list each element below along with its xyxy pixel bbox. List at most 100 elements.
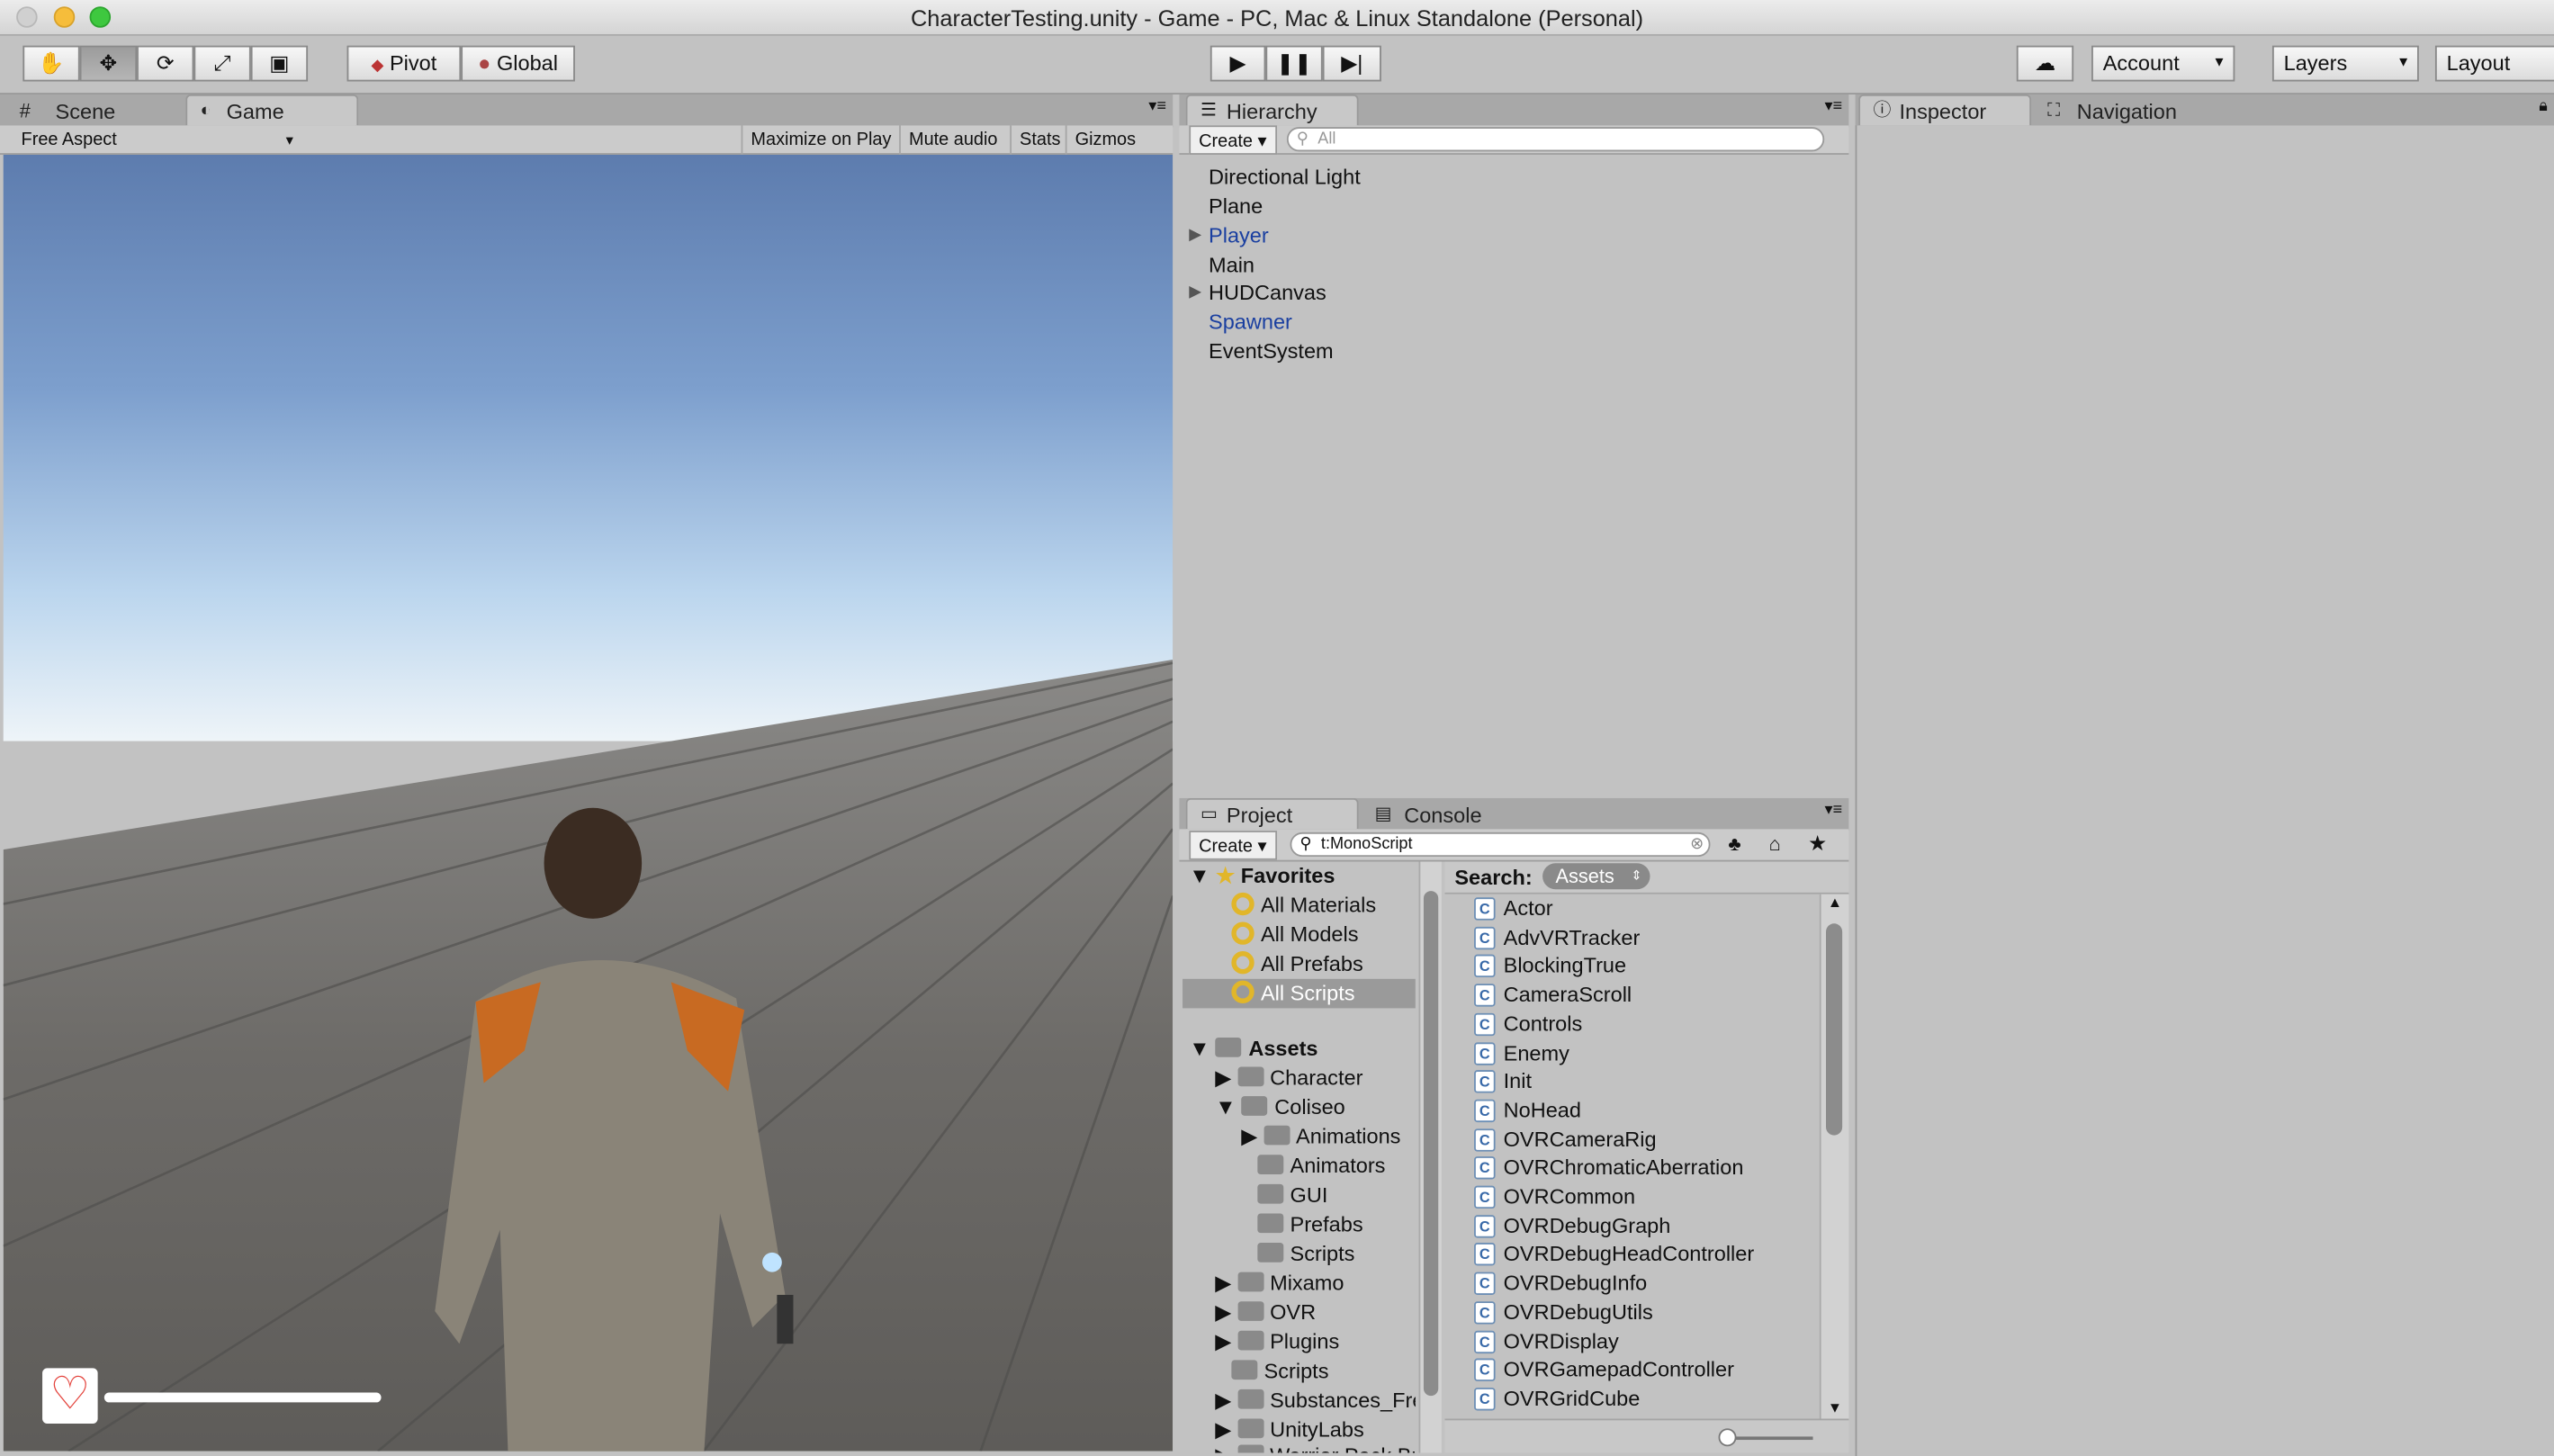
script-list-item[interactable]: C Enemy [1444,1038,1819,1068]
rect-tool-button[interactable]: ▣ [250,45,309,82]
script-list-item[interactable]: C NoHead [1444,1096,1819,1126]
lock-icon[interactable]: 🔒︎ [2539,98,2548,116]
favorite-item[interactable]: All Materials [1231,891,1376,921]
layers-dropdown[interactable]: Layers [2271,45,2419,82]
favorite-item[interactable]: All Prefabs [1231,949,1363,979]
script-list-item[interactable]: C OVRDebugUtils [1444,1298,1819,1327]
project-create-dropdown[interactable]: Create ▾ [1189,831,1277,860]
account-dropdown[interactable]: Account [2091,45,2235,82]
hierarchy-item[interactable]: Player [1209,221,1269,251]
folder-item[interactable]: ▶ Substances_Fre [1215,1386,1416,1416]
script-list-item[interactable]: C Actor [1444,894,1819,924]
script-list-item[interactable]: C BlockingTrue [1444,952,1819,982]
script-list-item[interactable]: C OVRChromaticAberration [1444,1154,1819,1183]
scrollbar-thumb[interactable] [1423,891,1439,1397]
play-button[interactable]: ▶ [1210,45,1266,82]
aspect-dropdown[interactable]: Free Aspect ▾ [13,125,300,155]
panel-menu-icon[interactable]: ▾≡ [1148,98,1166,116]
folder-icon [1237,1444,1264,1453]
filter-type-icon[interactable]: ♣ [1728,832,1740,855]
panel-menu-icon[interactable]: ▾≡ [1824,98,1842,116]
script-list-item[interactable]: C CameraScroll [1444,981,1819,1011]
maximize-on-play-button[interactable]: Maximize on Play [741,125,900,155]
pause-button[interactable]: ❚❚ [1265,45,1323,82]
hierarchy-item[interactable]: HUDCanvas [1209,279,1326,309]
minimize-button[interactable] [53,6,76,28]
csharp-script-icon: C [1474,1128,1496,1151]
script-list-item[interactable]: C OVRGamepadController [1444,1355,1819,1385]
panel-menu-icon[interactable]: ▾≡ [1824,802,1842,820]
project-search-input[interactable]: ⚲ t:MonoScript ⊗ [1290,831,1711,858]
script-list-item[interactable]: C OVRDisplay [1444,1326,1819,1356]
label-tag-icon[interactable]: ⌂ [1769,832,1781,855]
folder-item[interactable]: ▶ Plugins [1215,1327,1339,1357]
folder-item[interactable]: Scripts [1231,1357,1328,1387]
folder-item[interactable]: ▶ UnityLabs [1215,1416,1363,1445]
hierarchy-item[interactable]: Directional Light [1209,163,1361,193]
tab-navigation[interactable]: ⛶ Navigation [2037,96,2217,127]
hierarchy-item[interactable]: Plane [1209,193,1263,222]
script-list-item[interactable]: C OVRDebugHeadController [1444,1240,1819,1270]
step-button[interactable]: ▶| [1322,45,1381,82]
script-list-item[interactable]: C OVRGridCube [1444,1384,1819,1414]
scroll-up-icon[interactable]: ▲ [1828,894,1842,911]
folder-item[interactable]: GUI [1257,1181,1327,1210]
tab-game[interactable]: ◐ Game [185,94,359,126]
script-list-item[interactable]: C OVRDebugGraph [1444,1211,1819,1241]
hierarchy-item[interactable]: Main [1209,251,1255,281]
clear-search-icon[interactable]: ⊗ [1690,834,1704,856]
maximize-button[interactable] [89,6,112,28]
folder-item[interactable]: ▶ Mixamo [1215,1269,1344,1299]
tab-console[interactable]: ▤ Console [1365,800,1544,831]
hierarchy-item[interactable]: Spawner [1209,308,1292,337]
layout-dropdown[interactable]: Layout [2434,45,2554,82]
scale-tool-button[interactable]: ⤢ [193,45,251,82]
scrollbar-thumb[interactable] [1826,923,1843,1136]
favorites-header[interactable]: ▼ ★ Favorites [1189,861,1335,891]
rotate-tool-button[interactable]: ⟳ [137,45,194,82]
scroll-down-icon[interactable]: ▼ [1828,1399,1842,1416]
pivot-button[interactable]: ◆ Pivot [346,45,462,82]
hand-tool-button[interactable]: ✋ [22,45,80,82]
hierarchy-search-input[interactable]: ⚲ All [1286,127,1825,152]
folder-item[interactable]: ▶ OVR [1215,1299,1316,1328]
tab-hierarchy[interactable]: ☰ Hierarchy [1185,94,1359,126]
hierarchy-item[interactable]: EventSystem [1209,337,1334,367]
folder-item[interactable]: ▶ Warrior Pack Bu [1215,1442,1416,1453]
favorite-item-selected[interactable]: All Scripts [1183,978,1416,1009]
close-button[interactable] [16,6,38,28]
project-tree-scrollbar[interactable] [1418,861,1442,1453]
script-list-item[interactable]: C Init [1444,1067,1819,1097]
script-list-item[interactable]: C OVRCameraRig [1444,1125,1819,1155]
folder-item[interactable]: Scripts [1257,1239,1354,1269]
tab-inspector[interactable]: ⓘ Inspector [1858,94,2032,126]
hierarchy-create-dropdown[interactable]: Create ▾ [1189,125,1277,155]
folder-item[interactable]: Animators [1257,1152,1385,1182]
script-list-item[interactable]: C AdvVRTracker [1444,923,1819,953]
zoom-slider-handle[interactable] [1718,1428,1737,1447]
assets-header[interactable]: ▼ Assets [1189,1034,1317,1064]
move-tool-button[interactable]: ✥ [79,45,138,82]
folder-item[interactable]: ▼ Coliseo [1215,1093,1345,1123]
script-list-item[interactable]: C OVRDebugInfo [1444,1269,1819,1299]
folder-item[interactable]: ▶ Animations [1241,1122,1400,1152]
folder-icon [1216,1037,1243,1057]
script-list-item[interactable]: C OVRCommon [1444,1182,1819,1212]
cloud-button[interactable]: ☁ [2016,45,2074,82]
expand-arrow-icon[interactable]: ▶ [1189,283,1201,301]
gizmos-dropdown[interactable]: Gizmos [1065,125,1144,155]
script-list-item[interactable]: C Controls [1444,1010,1819,1039]
expand-arrow-icon[interactable]: ▶ [1189,227,1201,245]
search-scope-dropdown[interactable]: Assets ⇕ [1542,863,1650,890]
mute-audio-button[interactable]: Mute audio [899,125,1005,155]
tab-scene[interactable]: # Scene [16,96,179,127]
star-icon[interactable]: ★ [1808,831,1827,857]
tab-project[interactable]: ▭ Project [1185,797,1359,830]
folder-item[interactable]: ▶ Character [1215,1064,1362,1093]
stats-button[interactable]: Stats [1010,125,1068,155]
global-button[interactable]: ● Global [461,45,575,82]
script-list-scrollbar[interactable]: ▲ ▼ [1819,894,1849,1419]
favorite-item[interactable]: All Models [1231,921,1358,950]
folder-item[interactable]: Prefabs [1257,1210,1363,1240]
game-view[interactable]: ♡ [3,154,1174,1452]
